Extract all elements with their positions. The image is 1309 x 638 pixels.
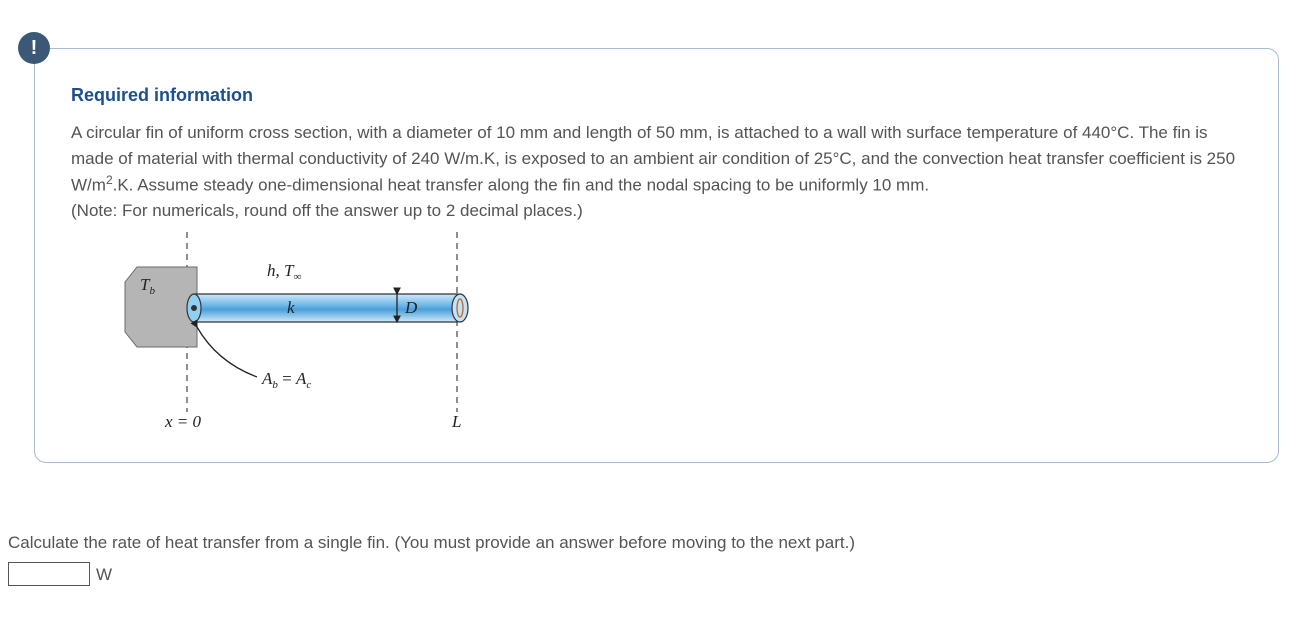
label-ac-sub: c [306,379,311,391]
question-section: Calculate the rate of heat transfer from… [8,530,1279,587]
label-tb-sub: b [149,285,155,297]
fin-diagram: Tb h, T∞ k D Ab = Ac x = 0 L [97,232,497,432]
answer-row: W [8,562,1279,588]
label-htinf: h, T [267,261,295,280]
label-k: k [287,298,295,317]
section-title: Required information [71,85,1242,106]
svg-text:h, T∞: h, T∞ [267,261,301,283]
alert-symbol: ! [31,37,38,60]
question-text: Calculate the rate of heat transfer from… [8,533,855,552]
answer-input[interactable] [8,562,90,586]
label-tinf-sub: ∞ [293,271,301,283]
label-d: D [404,298,418,317]
label-eq: = [278,369,296,388]
svg-text:x = 0: x = 0 [164,412,202,431]
label-l: L [451,412,461,431]
superscript-2: 2 [106,173,113,187]
alert-badge: ! [18,32,50,64]
problem-note: (Note: For numericals, round off the ans… [71,201,583,220]
label-x0: x = 0 [164,412,202,431]
unit-label: W [96,562,112,588]
info-panel: Required information A circular fin of u… [34,48,1279,463]
problem-statement: A circular fin of uniform cross section,… [71,120,1242,224]
label-ac: A [295,369,307,388]
problem-part1b: .K. Assume steady one-dimensional heat t… [113,176,929,195]
svg-text:Ab = Ac: Ab = Ac [261,369,311,391]
label-ab: A [261,369,273,388]
